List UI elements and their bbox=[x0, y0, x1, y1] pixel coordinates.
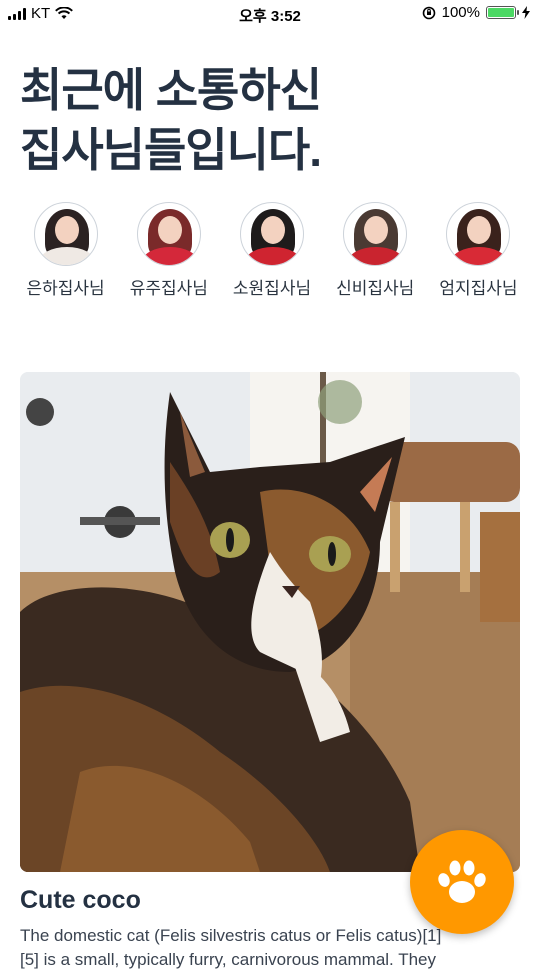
cat-photo-illustration bbox=[20, 372, 520, 872]
avatar bbox=[136, 202, 201, 266]
battery-percent: 100% bbox=[441, 4, 480, 21]
recent-user-item[interactable]: 소원집사님 bbox=[220, 202, 323, 299]
recent-user-item[interactable]: 은하집사님 bbox=[14, 202, 117, 299]
status-bar: KT 오후 3:52 100% bbox=[0, 0, 540, 28]
paw-fab-button[interactable] bbox=[410, 830, 514, 934]
avatar bbox=[240, 202, 304, 266]
post-description-line: [5] is a small, typically furry, carnivo… bbox=[20, 950, 436, 969]
recent-user-item[interactable]: 유주집사님 bbox=[117, 202, 220, 299]
user-name: 엄지집사님 bbox=[439, 279, 518, 298]
avatar-face bbox=[261, 216, 285, 244]
user-name: 유주집사님 bbox=[129, 279, 208, 298]
avatar-face bbox=[54, 216, 79, 244]
recent-users-list: 은하집사님 유주집사님 소원집사님 신비집사님 엄지집사님 bbox=[14, 202, 530, 299]
paw-icon bbox=[438, 860, 486, 903]
charging-icon bbox=[522, 6, 530, 19]
user-name: 은하집사님 bbox=[26, 279, 105, 298]
battery-icon bbox=[486, 6, 519, 19]
user-name: 신비집사님 bbox=[336, 279, 415, 298]
avatar-face bbox=[157, 216, 182, 244]
post-photo[interactable] bbox=[20, 372, 520, 872]
page-title: 최근에 소통하신 집사님들입니다. bbox=[20, 64, 322, 176]
status-right: 100% bbox=[422, 4, 530, 21]
recent-user-item[interactable]: 신비집사님 bbox=[324, 202, 427, 299]
post-title: Cute coco bbox=[20, 886, 141, 914]
avatar bbox=[446, 202, 511, 266]
user-name: 소원집사님 bbox=[232, 279, 312, 298]
avatar bbox=[33, 202, 98, 266]
orientation-lock-icon bbox=[422, 6, 435, 19]
avatar bbox=[343, 202, 408, 266]
recent-user-item[interactable]: 엄지집사님 bbox=[427, 202, 530, 299]
